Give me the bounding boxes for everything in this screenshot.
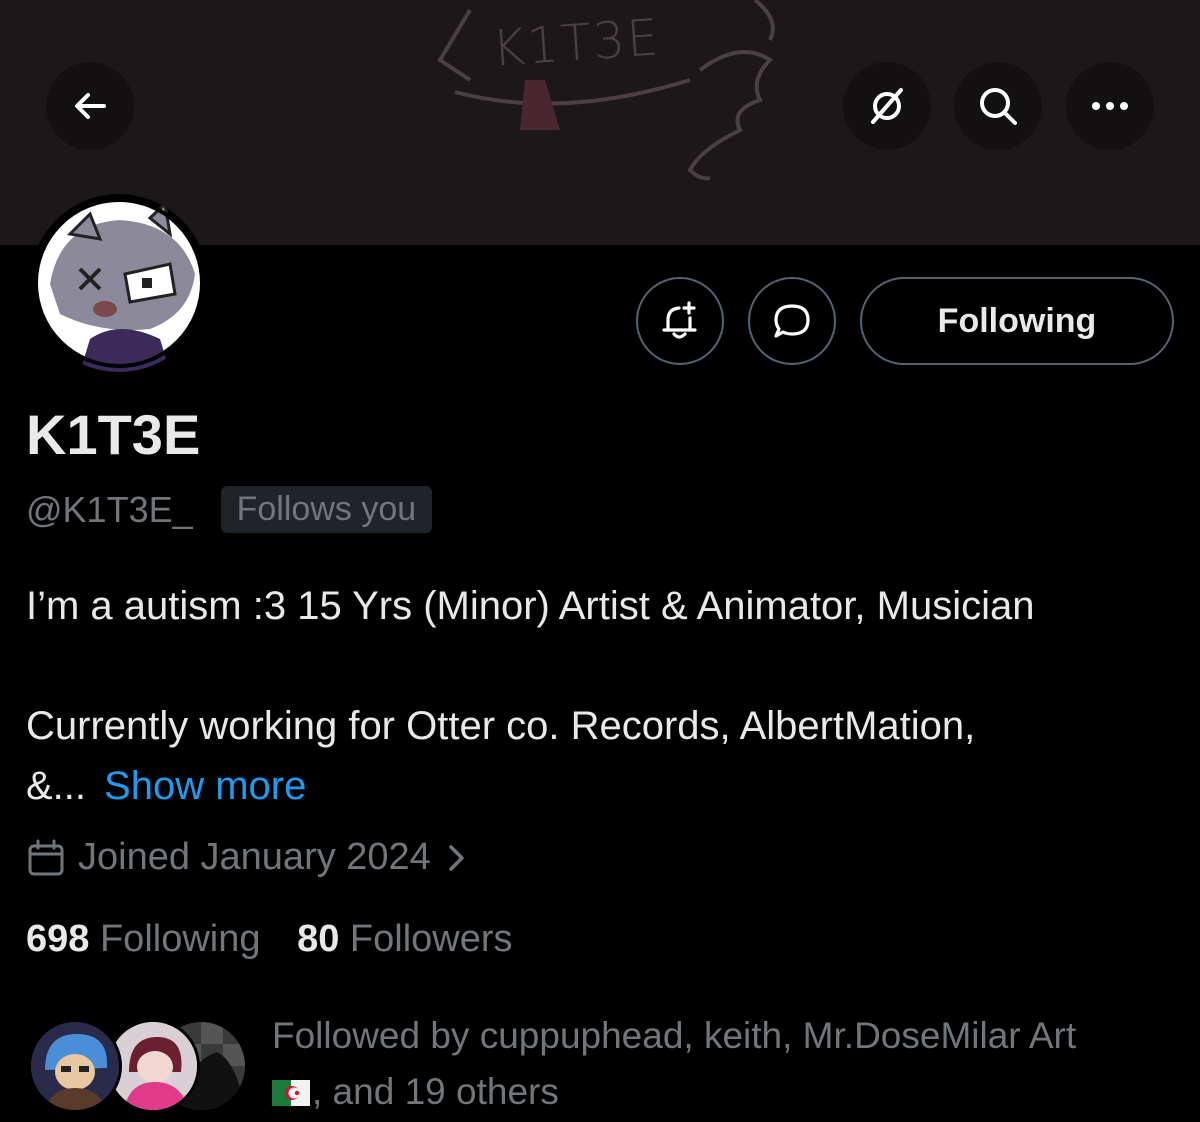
- profile-avatar[interactable]: [30, 194, 208, 372]
- followers-stat[interactable]: 80 Followers: [297, 918, 512, 960]
- profile-handle: @K1T3E_: [26, 488, 193, 530]
- bio-line-1: I’m a autism :3 15 Yrs (Minor) Artist & …: [26, 584, 1035, 628]
- algeria-flag-icon: [272, 1066, 310, 1106]
- followed-by-line-1: Followed by cuppuphead, keith, Mr.DoseMi…: [272, 1015, 1077, 1056]
- following-stat[interactable]: 698 Following: [26, 918, 261, 960]
- banner-art-text: K1T3E: [490, 8, 663, 78]
- message-button[interactable]: [748, 277, 836, 365]
- follower-avatar-1: [28, 1019, 122, 1113]
- search-button[interactable]: [954, 62, 1042, 150]
- more-button[interactable]: [1066, 62, 1154, 150]
- follow-stats: 698 Following 80 Followers: [26, 918, 513, 961]
- more-horizontal-icon: [1092, 102, 1128, 110]
- following-label: Following: [99, 918, 261, 960]
- message-bubble-icon: [774, 304, 810, 338]
- handle-row: @K1T3E_ Follows you: [26, 486, 433, 533]
- followed-by-others: , and 19 others: [312, 1071, 559, 1112]
- following-button[interactable]: Following: [860, 277, 1174, 365]
- avatar-image: [34, 198, 204, 372]
- followers-label: Followers: [349, 918, 513, 960]
- bio-ellipsis: &...: [26, 764, 87, 808]
- profile-name: K1T3E: [26, 403, 201, 466]
- notifications-button[interactable]: [636, 277, 724, 365]
- show-more-link[interactable]: Show more: [104, 764, 306, 808]
- grok-icon: [871, 88, 903, 124]
- followed-by-text[interactable]: Followed by cuppuphead, keith, Mr.DoseMi…: [272, 1008, 1182, 1120]
- calendar-icon: [28, 839, 64, 875]
- follows-you-badge: Follows you: [220, 486, 433, 533]
- follower-avatar-2-image: [109, 1022, 197, 1110]
- chevron-right-icon: [449, 844, 464, 871]
- back-button[interactable]: [46, 62, 134, 150]
- bio-line-3: &... Show more: [26, 756, 306, 816]
- joined-text: Joined January 2024: [78, 836, 431, 878]
- followed-by-line-2: , and 19 others: [272, 1064, 1182, 1120]
- bio-line-2: Currently working for Otter co. Records,…: [26, 704, 976, 748]
- search-icon: [980, 88, 1017, 125]
- followed-by-avatars[interactable]: [28, 1019, 258, 1113]
- arrow-left-icon: [75, 93, 106, 119]
- grok-button[interactable]: [843, 62, 931, 150]
- followers-count: 80: [297, 918, 340, 960]
- joined-date[interactable]: Joined January 2024: [26, 836, 469, 879]
- bell-plus-icon: [662, 301, 697, 339]
- following-count: 698: [26, 918, 90, 960]
- follower-avatar-1-image: [31, 1022, 119, 1110]
